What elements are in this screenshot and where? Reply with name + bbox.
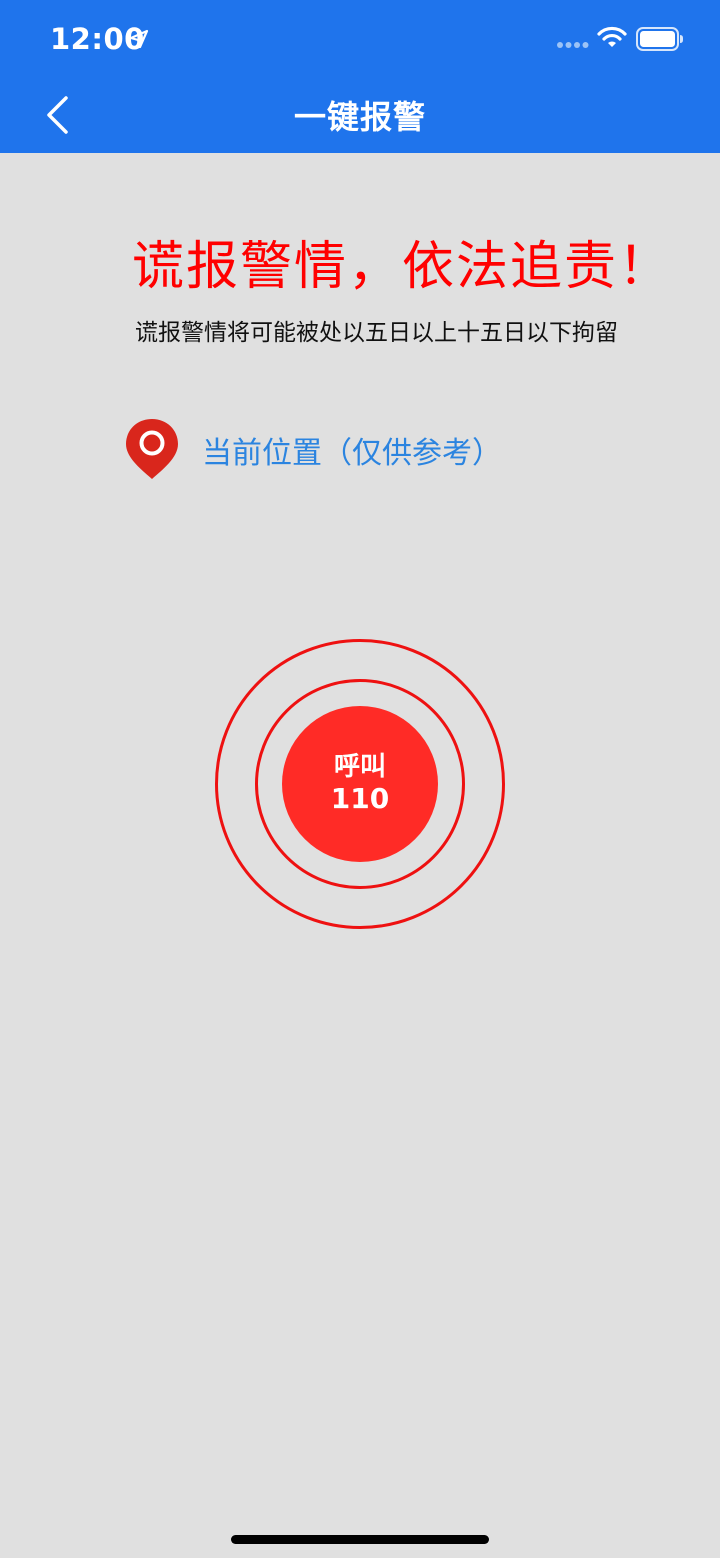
warning-subtitle: 谎报警情将可能被处以五日以上十五日以下拘留: [135, 320, 618, 346]
page-title: 一键报警: [293, 98, 426, 136]
screen: 12:00 一键报警 谎报警情，依法追责！ 谎报警情将可能被处以五日以上十五日以…: [0, 0, 720, 1558]
current-location-link[interactable]: 当前位置（仅供参考）: [202, 428, 502, 472]
location-arrow-icon: [129, 29, 149, 49]
call-area: 呼叫 110: [215, 639, 505, 929]
battery-icon: [636, 27, 683, 51]
warning-title: 谎报警情，依法追责！: [132, 237, 673, 297]
header: 12:00 一键报警: [0, 0, 720, 153]
home-indicator: [231, 1535, 489, 1544]
signal-icon: [557, 42, 589, 48]
map-pin-icon: [126, 419, 178, 479]
call-110-button[interactable]: 呼叫 110: [282, 706, 438, 862]
wifi-icon: [597, 26, 627, 47]
call-label: 呼叫: [333, 752, 386, 782]
call-number: 110: [330, 782, 390, 815]
